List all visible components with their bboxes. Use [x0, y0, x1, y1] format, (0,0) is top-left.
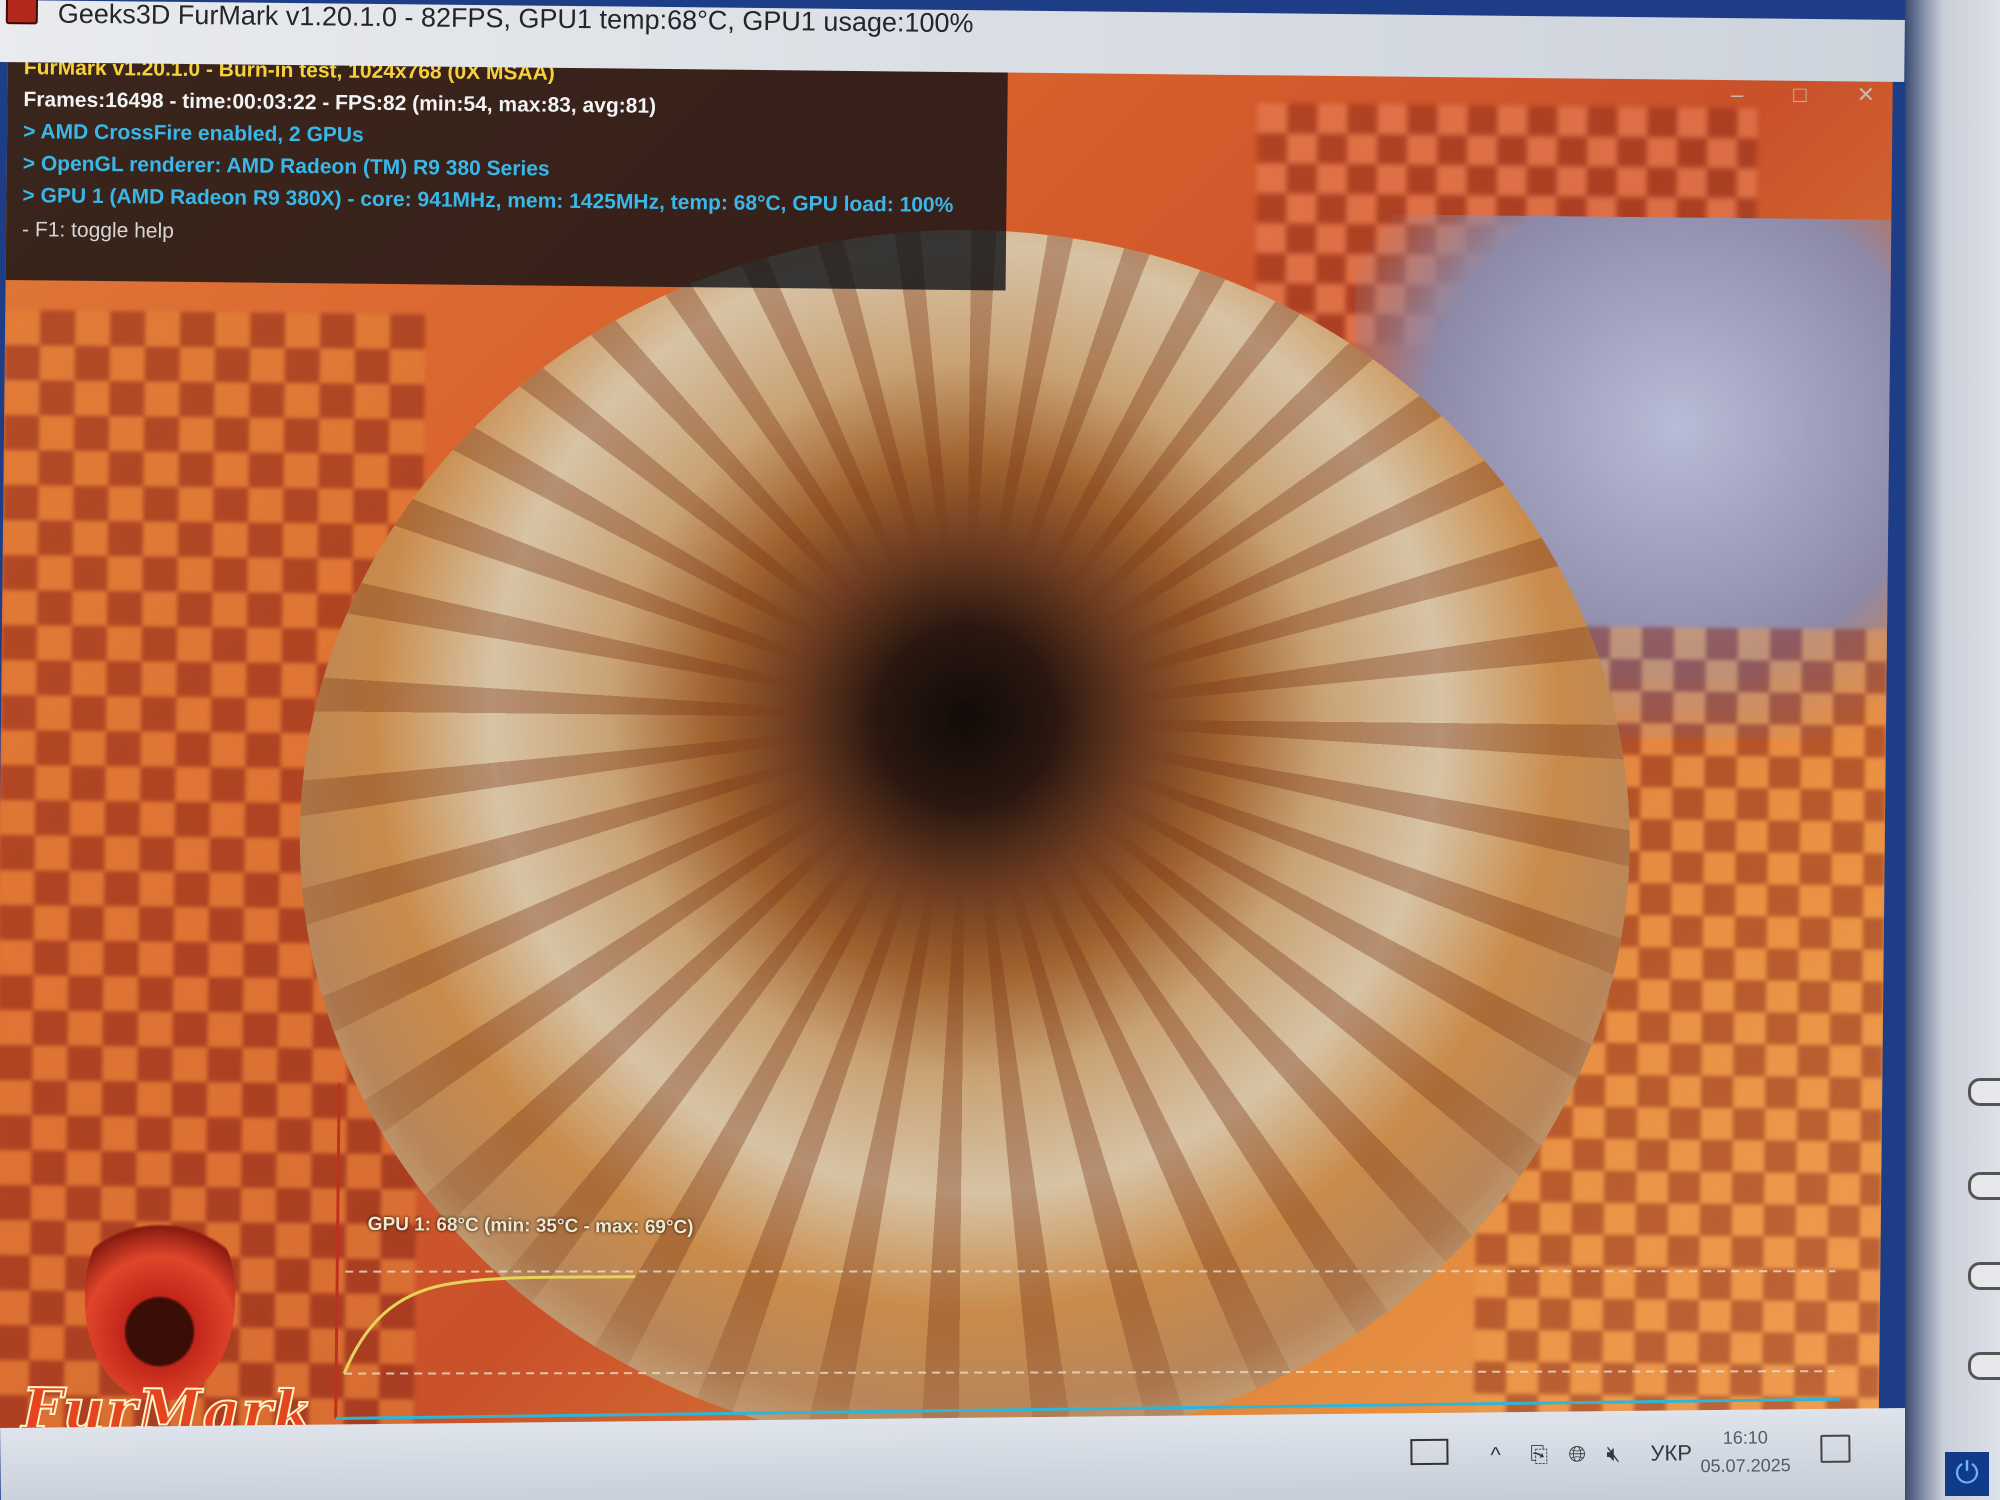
language-indicator[interactable]: УКР: [1650, 1440, 1692, 1466]
temperature-graph: GPU 1: 68°C (min: 35°C - max: 69°C): [334, 1083, 1847, 1440]
window-title: Geeks3D FurMark v1.20.1.0 - 82FPS, GPU1 …: [57, 0, 974, 39]
graph-grid-bottom: [344, 1370, 1835, 1375]
graph-grid-top: [345, 1270, 1836, 1273]
info-line-renderer: > OpenGL renderer: AMD Radeon (TM) R9 38…: [22, 152, 550, 181]
info-overlay: FurMark v1.20.1.0 - Burn-in test, 1024x7…: [5, 50, 1008, 291]
monitor-button-2[interactable]: [1968, 1172, 2000, 1200]
notification-icon[interactable]: [1820, 1434, 1851, 1463]
flame-icon: [83, 1200, 236, 1403]
info-line-gpu: > GPU 1 (AMD Radeon R9 380X) - core: 941…: [22, 184, 954, 217]
window-controls: – □ ✕: [1731, 82, 1875, 108]
maximize-button[interactable]: □: [1793, 82, 1806, 108]
monitor-button-3[interactable]: [1968, 1262, 2000, 1290]
monitor-button-4[interactable]: [1968, 1352, 2000, 1380]
furmark-logo: FurMark: [13, 1200, 316, 1447]
graph-temperature-label: GPU 1: 68°C (min: 35°C - max: 69°C): [367, 1213, 694, 1239]
network-icon[interactable]: 🌐︎: [1568, 1441, 1586, 1467]
minimize-button[interactable]: –: [1731, 82, 1743, 108]
volume-muted-icon[interactable]: 🔇︎: [1606, 1441, 1620, 1467]
info-line-help: - F1: toggle help: [21, 218, 174, 243]
close-button[interactable]: ✕: [1857, 82, 1875, 108]
furmark-render-viewport: FurMark v1.20.1.0 - Burn-in test, 1024x7…: [0, 50, 1893, 1450]
info-line-crossfire: > AMD CrossFire enabled, 2 GPUs: [23, 120, 364, 147]
monitor-screen: FurMark v1.20.1.0 - Burn-in test, 1024x7…: [0, 0, 1905, 1500]
graph-y-axis: [334, 1083, 341, 1419]
taskview-icon[interactable]: [1410, 1438, 1449, 1466]
monitor-button-1[interactable]: [1968, 1078, 2000, 1106]
clock-time: 16:10: [1722, 1427, 1768, 1448]
info-line-frames: Frames:16498 - time:00:03:22 - FPS:82 (m…: [23, 88, 657, 118]
clock[interactable]: 16:10 05.07.2025: [1700, 1423, 1791, 1480]
furmark-app-icon: [5, 0, 39, 25]
graph-temp-line: [342, 1275, 636, 1375]
clock-date: 05.07.2025: [1700, 1455, 1791, 1477]
usb-icon[interactable]: ⎘: [1530, 1442, 1548, 1468]
power-icon[interactable]: ⏻: [1945, 1452, 1989, 1496]
chevron-up-icon[interactable]: ^: [1490, 1442, 1501, 1468]
